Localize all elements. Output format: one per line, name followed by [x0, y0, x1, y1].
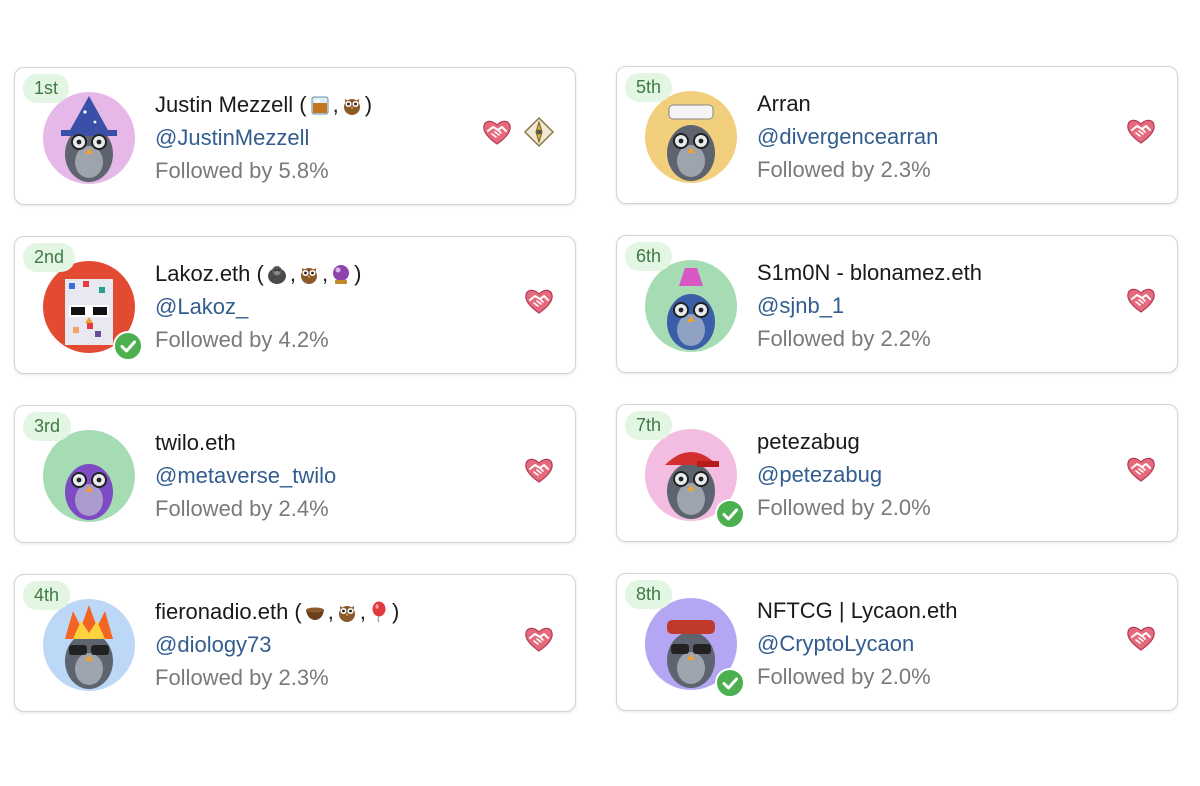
account-card[interactable]: 1st Justin Mezzell (,) @JustinMezzell Fo…: [14, 67, 576, 205]
display-name: S1m0N - blonamez.eth: [757, 260, 1077, 286]
display-name-text: NFTCG | Lycaon.eth: [757, 598, 958, 623]
display-name: Arran: [757, 91, 1077, 117]
avatar[interactable]: [645, 91, 737, 183]
followed-by-text: Followed by 4.2%: [155, 327, 329, 352]
account-card[interactable]: 5th Arran @divergencearran Followed by 2…: [616, 66, 1178, 204]
gorilla-emoji: [266, 263, 288, 285]
emoji-separator: ,: [359, 599, 367, 624]
display-name-suffix: ): [354, 261, 362, 286]
handshake-icon[interactable]: [1125, 284, 1157, 316]
display-name: Lakoz.eth (,,): [155, 261, 475, 287]
handshake-icon[interactable]: [1125, 115, 1157, 147]
followed-by-text: Followed by 2.0%: [757, 495, 931, 520]
display-name-text: fieronadio.eth (: [155, 599, 302, 624]
rank-badge: 8th: [625, 580, 673, 609]
relationship-icons: [481, 116, 555, 148]
followed-by-text: Followed by 2.3%: [155, 665, 329, 690]
handle-link[interactable]: @JustinMezzell: [155, 125, 475, 151]
handle-link[interactable]: @CryptoLycaon: [757, 631, 1077, 657]
account-card[interactable]: 3rd twilo.eth @metaverse_twilo Followed …: [14, 405, 576, 543]
display-name-text: petezabug: [757, 429, 860, 454]
display-name: twilo.eth: [155, 430, 475, 456]
emoji-separator: ,: [332, 92, 339, 117]
relationship-icons: [1125, 284, 1157, 316]
whisky-glass-emoji: [309, 94, 331, 116]
display-name-text: twilo.eth: [155, 430, 236, 455]
relationship-icons: [523, 454, 555, 486]
owl-emoji: [298, 263, 320, 285]
bowl-emoji: [304, 601, 326, 623]
handshake-icon[interactable]: [523, 285, 555, 317]
owl-emoji: [341, 94, 363, 116]
relationship-icons: [1125, 453, 1157, 485]
followed-by-text: Followed by 5.8%: [155, 158, 329, 183]
display-name: petezabug: [757, 429, 1077, 455]
rank-badge: 2nd: [23, 243, 76, 272]
handshake-icon[interactable]: [481, 116, 513, 148]
account-card[interactable]: 2nd Lakoz.eth (,,) @Lakoz_ Followed by 4…: [14, 236, 576, 374]
display-name-text: Lakoz.eth (: [155, 261, 264, 286]
handshake-icon[interactable]: [523, 454, 555, 486]
followed-by-text: Followed by 2.4%: [155, 496, 329, 521]
account-info: S1m0N - blonamez.eth @sjnb_1 Followed by…: [757, 260, 1077, 352]
display-name-text: Arran: [757, 91, 811, 116]
handshake-icon[interactable]: [1125, 622, 1157, 654]
verified-check-icon: [715, 668, 745, 698]
followed-by-text: Followed by 2.2%: [757, 326, 931, 351]
followed-by-text: Followed by 2.3%: [757, 157, 931, 182]
handle-link[interactable]: @Lakoz_: [155, 294, 475, 320]
account-card[interactable]: 8th NFTCG | Lycaon.eth @CryptoLycaon Fol…: [616, 573, 1178, 711]
rank-badge: 3rd: [23, 412, 72, 441]
avatar[interactable]: [43, 430, 135, 522]
display-name: Justin Mezzell (,): [155, 92, 475, 118]
relationship-icons: [1125, 622, 1157, 654]
emoji-separator: ,: [327, 599, 334, 624]
relationship-icons: [1125, 115, 1157, 147]
account-info: Lakoz.eth (,,) @Lakoz_ Followed by 4.2%: [155, 261, 475, 353]
rank-badge: 1st: [23, 74, 70, 103]
display-name-text: Justin Mezzell (: [155, 92, 307, 117]
handle-link[interactable]: @metaverse_twilo: [155, 463, 475, 489]
account-card[interactable]: 6th S1m0N - blonamez.eth @sjnb_1 Followe…: [616, 235, 1178, 373]
display-name: NFTCG | Lycaon.eth: [757, 598, 1077, 624]
account-info: Justin Mezzell (,) @JustinMezzell Follow…: [155, 92, 475, 184]
account-card[interactable]: 4th fieronadio.eth (,,) @diology73 Follo…: [14, 574, 576, 712]
emoji-separator: ,: [289, 261, 296, 286]
avatar[interactable]: [645, 260, 737, 352]
display-name-text: S1m0N - blonamez.eth: [757, 260, 982, 285]
handle-link[interactable]: @divergencearran: [757, 124, 1077, 150]
avatar[interactable]: [43, 599, 135, 691]
rank-badge: 5th: [625, 73, 673, 102]
rank-badge: 4th: [23, 581, 71, 610]
handshake-icon[interactable]: [1125, 453, 1157, 485]
account-info: petezabug @petezabug Followed by 2.0%: [757, 429, 1077, 521]
account-info: twilo.eth @metaverse_twilo Followed by 2…: [155, 430, 475, 522]
account-card[interactable]: 7th petezabug @petezabug Followed by 2.0…: [616, 404, 1178, 542]
handle-link[interactable]: @petezabug: [757, 462, 1077, 488]
display-name-suffix: ): [392, 599, 400, 624]
verified-check-icon: [113, 331, 143, 361]
verified-check-icon: [715, 499, 745, 529]
crystal-ball-emoji: [330, 263, 352, 285]
account-info: Arran @divergencearran Followed by 2.3%: [757, 91, 1077, 183]
display-name-suffix: ): [364, 92, 373, 117]
rank-badge: 6th: [625, 242, 673, 271]
account-info: fieronadio.eth (,,) @diology73 Followed …: [155, 599, 475, 691]
avatar[interactable]: [43, 92, 135, 184]
balloon-emoji: [368, 601, 390, 623]
relationship-icons: [523, 623, 555, 655]
handle-link[interactable]: @diology73: [155, 632, 475, 658]
compass-diamond-icon[interactable]: [523, 116, 555, 148]
owl-emoji: [336, 601, 358, 623]
handle-link[interactable]: @sjnb_1: [757, 293, 1077, 319]
relationship-icons: [523, 285, 555, 317]
handshake-icon[interactable]: [523, 623, 555, 655]
followed-by-text: Followed by 2.0%: [757, 664, 931, 689]
account-info: NFTCG | Lycaon.eth @CryptoLycaon Followe…: [757, 598, 1077, 690]
display-name: fieronadio.eth (,,): [155, 599, 475, 625]
emoji-separator: ,: [321, 261, 329, 286]
rank-badge: 7th: [625, 411, 673, 440]
